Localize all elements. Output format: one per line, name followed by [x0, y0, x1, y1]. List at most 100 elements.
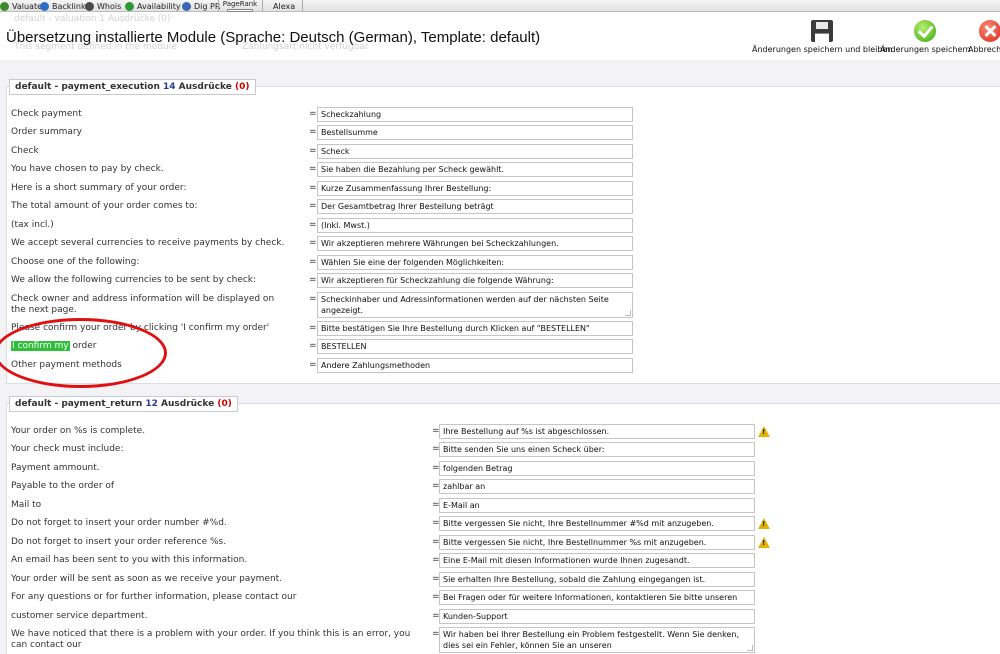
expressions-word: Ausdrücke — [175, 82, 235, 92]
source-text: We allow the following currencies to be … — [11, 275, 257, 285]
translation-row: Payment ammount. = folgenden Betrag — [11, 461, 991, 477]
translation-row: We have noticed that there is a problem … — [11, 627, 991, 654]
translation-input[interactable]: Kurze Zusammenfassung Ihrer Bestellung: — [317, 181, 633, 196]
cancel-button[interactable]: Abbrechen — [968, 20, 1000, 54]
source-text: The total amount of your order comes to: — [11, 201, 198, 211]
cancel-label: Abbrechen — [968, 45, 1000, 54]
equals-sign: = — [309, 323, 317, 333]
save-label: Änderungen speichern — [880, 45, 971, 54]
section-payment-execution: default - payment_execution 14 Ausdrücke… — [6, 79, 1000, 384]
equals-sign: = — [309, 127, 317, 137]
translation-row: Payable to the order of = zahlbar an — [11, 479, 991, 495]
alexa-label: Alexa — [273, 1, 296, 11]
translation-input[interactable]: folgenden Betrag — [439, 461, 755, 476]
whois-button[interactable]: Whois — [85, 0, 121, 12]
warning-icon — [758, 426, 770, 437]
error-count: (0) — [217, 399, 232, 409]
equals-sign: = — [309, 275, 317, 285]
translation-input[interactable]: Sie erhalten Ihre Bestellung, sobald die… — [439, 572, 755, 587]
source-text: I confirm my order — [11, 341, 96, 352]
valuate-icon — [0, 1, 9, 11]
source-text: Check — [11, 146, 39, 156]
translation-input[interactable]: Andere Zahlungsmethoden — [317, 358, 633, 373]
availability-button[interactable]: Availability — [125, 0, 181, 12]
translation-row: We accept several currencies to receive … — [11, 236, 991, 252]
equals-sign: = — [309, 294, 317, 304]
save-and-stay-label: Änderungen speichern und bleiben — [752, 45, 893, 54]
translation-input[interactable]: Bitte bestätigen Sie Ihre Bestellung dur… — [317, 321, 633, 336]
translation-row: You have chosen to pay by check. = Sie h… — [11, 162, 991, 178]
translation-input[interactable]: zahlbar an — [439, 479, 755, 494]
pagerank-meter[interactable]: PageRank — [222, 0, 258, 12]
digpr-label: Dig PR — [194, 1, 221, 11]
source-text: Here is a short summary of your order: — [11, 183, 187, 193]
translation-input[interactable]: Sie haben die Bezahlung per Scheck gewäh… — [317, 162, 633, 177]
whois-label: Whois — [97, 1, 122, 11]
source-text: For any questions or for further informa… — [11, 592, 297, 602]
translation-row: Here is a short summary of your order: =… — [11, 181, 991, 197]
translation-input[interactable]: Eine E-Mail mit diesen Informationen wur… — [439, 553, 755, 568]
translation-input[interactable]: Wir akzeptieren für Scheckzahlung die fo… — [317, 273, 633, 288]
save-button[interactable]: Änderungen speichern — [880, 20, 971, 54]
translation-row: Your order on %s is complete. = Ihre Bes… — [11, 424, 991, 440]
translation-textarea[interactable]: Scheckinhaber und Adressinformationen we… — [317, 292, 633, 318]
translation-input[interactable]: Scheckzahlung — [317, 107, 633, 122]
translation-row: Please confirm your order by clicking 'I… — [11, 321, 991, 337]
translation-row: An email has been sent to you with this … — [11, 553, 991, 569]
translation-input[interactable]: Wählen Sie eine der folgenden Möglichkei… — [317, 255, 633, 270]
equals-sign: = — [309, 341, 317, 351]
translation-input[interactable]: Bestellsumme — [317, 125, 633, 140]
translation-input[interactable]: Der Gesamtbetrag Ihrer Bestellung beträg… — [317, 199, 633, 214]
error-count: (0) — [235, 82, 250, 92]
equals-sign: = — [309, 146, 317, 156]
equals-sign: = — [309, 257, 317, 267]
translation-input[interactable]: (Inkl. Mwst.) — [317, 218, 633, 233]
translation-input[interactable]: Wir akzeptieren mehrere Währungen bei Sc… — [317, 236, 633, 251]
translation-input[interactable]: E-Mail an — [439, 498, 755, 513]
source-text: Check owner and address information will… — [11, 294, 275, 315]
translation-input[interactable]: BESTELLEN — [317, 339, 633, 354]
source-text: Mail to — [11, 500, 42, 510]
whois-icon — [85, 1, 94, 11]
translation-input[interactable]: Bei Fragen oder für weitere Informatione… — [439, 590, 755, 605]
equals-sign: = — [309, 164, 317, 174]
toolbar-divider — [302, 0, 303, 12]
warning-icon — [758, 518, 770, 529]
translation-row: For any questions or for further informa… — [11, 590, 991, 606]
translation-row: The total amount of your order comes to:… — [11, 199, 991, 215]
translation-input[interactable]: Bitte vergessen Sie nicht, Ihre Bestelln… — [439, 535, 755, 550]
translation-row: Order summary = Bestellsumme — [11, 125, 991, 141]
translation-row: Mail to = E-Mail an — [11, 498, 991, 514]
translation-row: Do not forget to insert your order numbe… — [11, 516, 991, 532]
equals-sign: = — [309, 220, 317, 230]
source-text: Order summary — [11, 127, 82, 137]
translation-input[interactable]: Ihre Bestellung auf %s ist abgeschlossen… — [439, 424, 755, 439]
highlighted-text: I confirm my — [11, 341, 70, 351]
toolbar-divider — [218, 0, 219, 12]
section-heading: default - payment_execution 14 Ausdrücke… — [9, 79, 256, 95]
equals-sign: = — [309, 201, 317, 211]
backlinks-icon — [40, 1, 49, 11]
source-text: Check payment — [11, 109, 82, 119]
equals-sign: = — [309, 183, 317, 193]
save-and-stay-button[interactable]: Änderungen speichern und bleiben — [752, 20, 892, 54]
alexa-button[interactable]: Alexa — [273, 0, 295, 12]
checkmark-icon — [914, 20, 937, 42]
digpr-icon — [182, 1, 191, 11]
source-text: customer service department. — [11, 611, 148, 621]
source-text: You have chosen to pay by check. — [11, 164, 164, 174]
page-header: default - valuation 1 Ausdrücke (0) This… — [0, 12, 1000, 60]
translation-input[interactable]: Bitte senden Sie uns einen Scheck über: — [439, 442, 755, 457]
valuate-button[interactable]: Valuate — [0, 0, 42, 12]
digpr-button[interactable]: Dig PR — [182, 0, 220, 12]
equals-sign: = — [309, 109, 317, 119]
source-text: Do not forget to insert your order numbe… — [11, 518, 227, 528]
cancel-icon — [978, 20, 1000, 42]
backlinks-button[interactable]: Backlinks — [40, 0, 90, 12]
section-name: default - payment_execution — [15, 82, 163, 92]
equals-sign: = — [309, 360, 317, 370]
translation-input[interactable]: Kunden-Support — [439, 609, 755, 624]
translation-input[interactable]: Bitte vergessen Sie nicht, Ihre Bestelln… — [439, 516, 755, 531]
translation-input[interactable]: Scheck — [317, 144, 633, 159]
translation-textarea[interactable]: Wir haben bei Ihrer Bestellung ein Probl… — [439, 627, 755, 653]
